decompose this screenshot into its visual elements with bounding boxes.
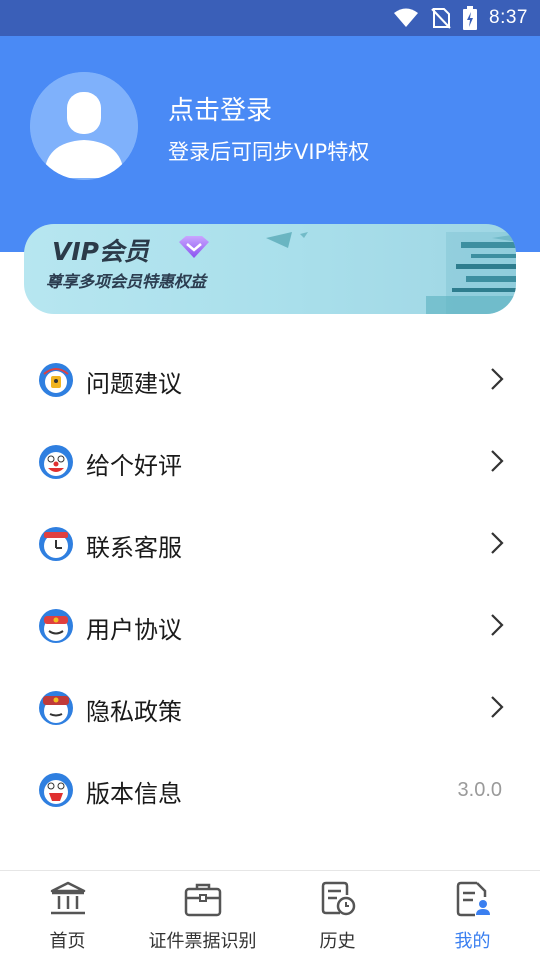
tab-id-recognition[interactable]: 证件票据识别 (135, 871, 270, 960)
no-sim-icon (431, 7, 451, 29)
diamond-icon (176, 235, 212, 263)
user-agreement-icon (38, 608, 74, 644)
tab-label: 我的 (454, 931, 491, 952)
vip-subtitle: 尊享多项会员特惠权益 (46, 272, 207, 291)
tab-mine[interactable]: 我的 (405, 871, 540, 960)
menu-item-version-info[interactable]: 版本信息 3.0.0 (0, 749, 540, 831)
bottom-tab-bar: 首页 证件票据识别 历史 我的 (0, 870, 540, 960)
feedback-icon (38, 362, 74, 398)
chevron-right-icon (490, 367, 504, 395)
menu-item-label: 联系客服 (86, 534, 182, 562)
home-building-icon (48, 881, 88, 921)
menu-item-user-agreement[interactable]: 用户协议 (0, 585, 540, 667)
menu-item-feedback[interactable]: 问题建议 (0, 339, 540, 421)
rate-icon (38, 444, 74, 480)
chevron-right-icon (490, 613, 504, 641)
skyline-decoration (266, 232, 516, 314)
vip-title: VIP会员 (52, 237, 149, 266)
briefcase-icon (183, 881, 223, 921)
menu-item-rate[interactable]: 给个好评 (0, 421, 540, 503)
battery-charging-icon (463, 6, 478, 30)
wifi-icon (393, 8, 419, 28)
chevron-right-icon (490, 695, 504, 723)
chevron-right-icon (490, 531, 504, 559)
privacy-policy-icon (38, 690, 74, 726)
avatar[interactable] (30, 72, 138, 180)
login-subtitle: 登录后可同步VIP特权 (168, 140, 370, 164)
status-bar: 8:37 (0, 0, 540, 36)
status-time: 8:37 (489, 7, 528, 28)
menu-item-label: 给个好评 (86, 452, 182, 480)
login-title[interactable]: 点击登录 (168, 90, 272, 127)
menu-item-label: 问题建议 (86, 370, 182, 398)
menu-item-customer-service[interactable]: 联系客服 (0, 503, 540, 585)
version-icon (38, 772, 74, 808)
default-avatar-icon (30, 72, 138, 180)
menu-item-label: 隐私政策 (86, 698, 182, 726)
tab-home[interactable]: 首页 (0, 871, 135, 960)
history-icon (318, 881, 358, 921)
menu-item-label: 版本信息 (86, 780, 182, 808)
profile-document-icon (453, 881, 493, 921)
menu-item-label: 用户协议 (86, 616, 182, 644)
menu-item-privacy-policy[interactable]: 隐私政策 (0, 667, 540, 749)
settings-menu: 问题建议 给个好评 联系客服 用户协议 隐私政策 版本信息 3.0.0 (0, 339, 540, 831)
tab-label: 证件票据识别 (148, 931, 257, 952)
tab-history[interactable]: 历史 (270, 871, 405, 960)
vip-banner[interactable]: VIP会员 尊享多项会员特惠权益 (24, 224, 516, 314)
profile-header: 点击登录 登录后可同步VIP特权 (0, 36, 540, 252)
customer-service-icon (38, 526, 74, 562)
tab-label: 历史 (319, 931, 356, 952)
chevron-right-icon (490, 449, 504, 477)
version-value: 3.0.0 (457, 779, 502, 801)
tab-label: 首页 (49, 931, 86, 952)
